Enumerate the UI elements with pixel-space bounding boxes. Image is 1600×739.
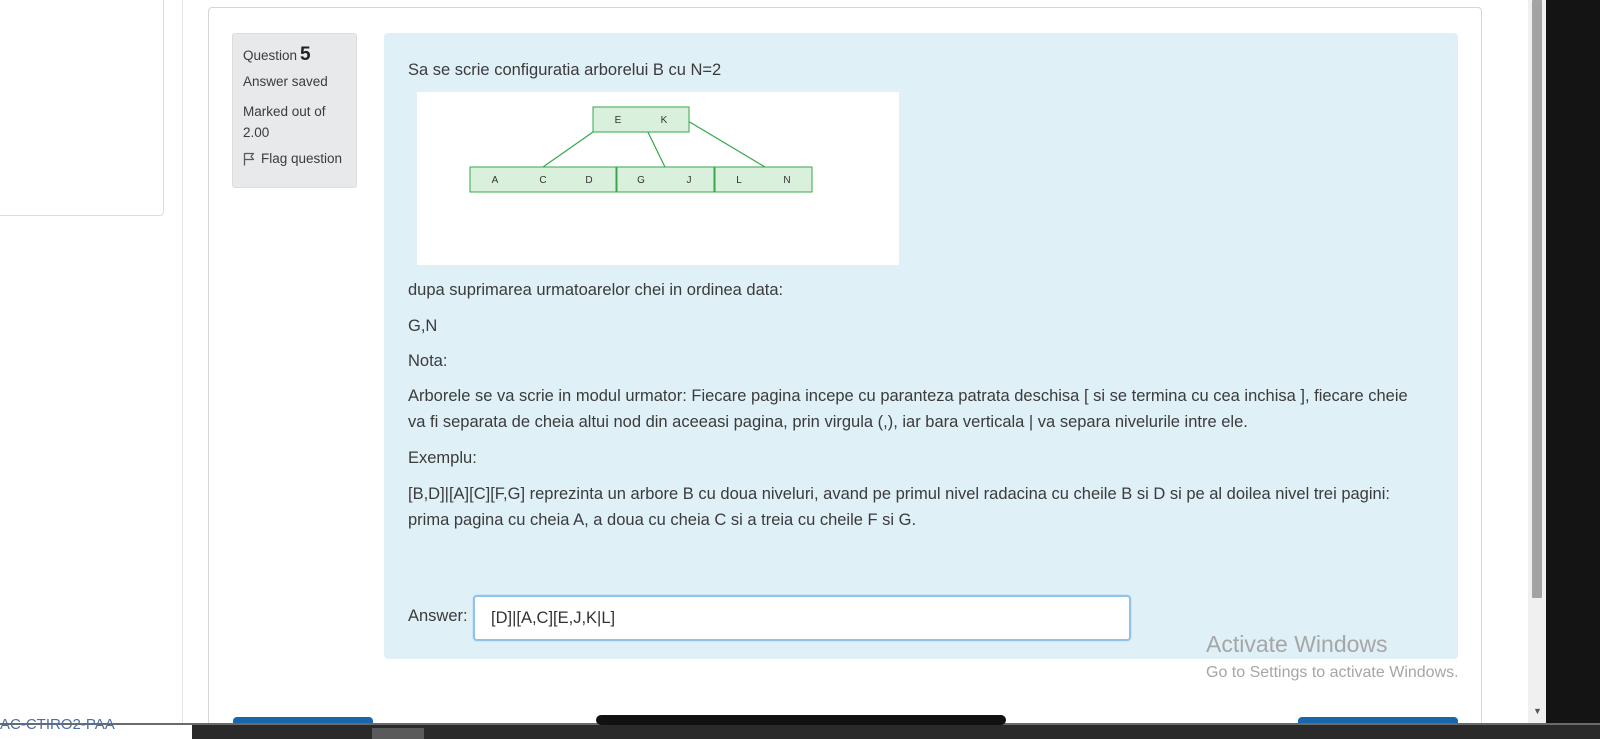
left-divider	[182, 0, 183, 739]
deleted-keys: G,N	[408, 317, 438, 335]
flag-question-label: Flag question	[261, 151, 343, 166]
left-block	[0, 0, 164, 216]
root-node	[592, 106, 690, 133]
question-state: Answer saved	[243, 74, 328, 89]
answer-input[interactable]	[473, 595, 1131, 641]
scrollbar-thumb[interactable]	[1532, 0, 1542, 598]
answer-label: Answer:	[408, 607, 468, 625]
root-edge-right	[682, 117, 766, 168]
question-info: Question 5 Answer saved Marked out of 2.0…	[232, 33, 357, 188]
course-code[interactable]: AC-CTIRO2-PAA	[0, 716, 115, 733]
leaf-node-2	[616, 166, 715, 193]
screen: Question 5 Answer saved Marked out of 2.0…	[0, 0, 1600, 739]
btree-diagram: E K A C D G J L N	[469, 106, 813, 193]
question-marks: Marked out of 2.00	[243, 104, 326, 140]
example-text: [B,D]|[A][C][F,G] reprezinta un arbore B…	[408, 485, 1390, 529]
taskbar	[0, 725, 1600, 739]
taskbar-app-item[interactable]	[372, 728, 424, 739]
leaf1-key-3: D	[585, 175, 592, 186]
scroll-down-arrow-icon[interactable]: ▼	[1533, 706, 1542, 716]
leaf1-key-1: A	[492, 175, 499, 186]
home-indicator	[596, 715, 1006, 725]
leaf2-key-2: J	[687, 175, 692, 186]
root-edge-left	[542, 131, 594, 168]
page-scrollbar[interactable]: ▼	[1528, 0, 1546, 723]
windows-watermark-title: Activate Windows	[1206, 631, 1388, 657]
question-prompt: Sa se scrie configuratia arborelui B cu …	[408, 61, 722, 79]
screen-edge	[1546, 0, 1600, 739]
flag-icon	[243, 152, 255, 166]
windows-watermark-subtitle: Go to Settings to activate Windows.	[1206, 664, 1459, 681]
note-label: Nota:	[408, 352, 448, 370]
leaf1-key-2: C	[539, 175, 546, 186]
question-number-line: Question 5	[243, 44, 346, 66]
root-key-1: E	[615, 115, 622, 126]
leaf3-key-2: N	[783, 175, 790, 186]
question-label: Question	[243, 48, 298, 63]
example-label: Exemplu:	[408, 449, 477, 467]
flag-question-link[interactable]: Flag question	[243, 151, 346, 166]
leaf-node-3	[714, 166, 813, 193]
root-key-2: K	[661, 115, 668, 126]
leaf3-key-1: L	[736, 175, 742, 186]
note-text: Arborele se va scrie in modul urmator: F…	[408, 387, 1408, 431]
question-number: 5	[300, 44, 311, 65]
leaf2-key-1: G	[637, 175, 645, 186]
btree-image: E K A C D G J L N	[417, 92, 899, 265]
after-deletion-text: dupa suprimarea urmatoarelor chei in ord…	[408, 281, 784, 299]
